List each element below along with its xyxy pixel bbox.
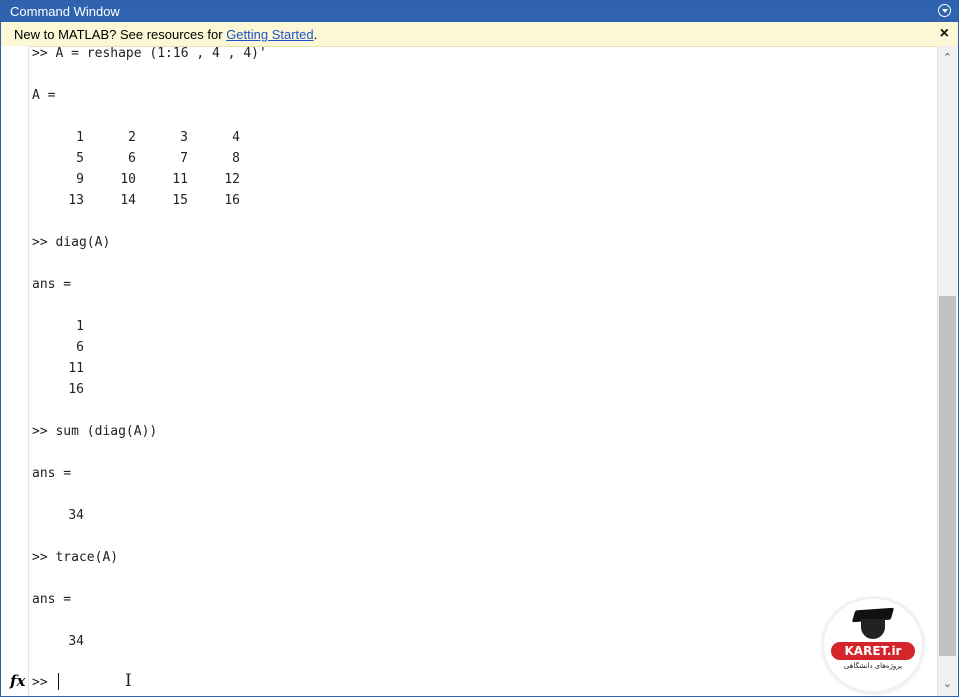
scalar-row: 34 (32, 505, 112, 526)
vector-cell: 6 (76, 340, 84, 355)
window-title: Command Window (10, 4, 120, 19)
vector-row: 1 (32, 316, 112, 337)
scalar-value: 34 (68, 508, 84, 523)
matrix-cell: 3 (180, 130, 188, 145)
command-line: >> sum (diag(A)) (32, 424, 158, 439)
title-bar: Command Window (1, 1, 958, 22)
matrix-cell: 16 (224, 193, 240, 208)
matrix-cell: 7 (180, 151, 188, 166)
vertical-scrollbar[interactable]: ⌃ ⌄ (937, 46, 957, 696)
logo-brand: KARET.ir (831, 642, 915, 660)
fx-icon[interactable]: fx (10, 672, 25, 690)
matrix-cell: 15 (172, 193, 188, 208)
banner-text: New to MATLAB? See resources for (14, 27, 227, 42)
chevron-down-circle-icon[interactable] (938, 4, 951, 17)
matrix-cell: 14 (120, 193, 136, 208)
getting-started-banner: New to MATLAB? See resources for Getting… (1, 22, 958, 47)
matrix-cell: 1 (76, 130, 84, 145)
output-label: ans = (32, 592, 72, 607)
command-window: Command Window New to MATLAB? See resour… (0, 0, 959, 697)
banner-text-end: . (313, 27, 318, 42)
matrix-cell: 9 (76, 172, 84, 187)
logo-tagline: پروژه‌های دانشگاهی (843, 663, 903, 670)
chevron-up-icon[interactable]: ⌃ (941, 51, 954, 65)
matrix-cell: 4 (232, 130, 240, 145)
banner-message: New to MATLAB? See resources for Getting… (14, 22, 317, 47)
vector-cell: 16 (68, 382, 84, 397)
command-line: >> trace(A) (32, 550, 119, 565)
vector-cell: 1 (76, 319, 84, 334)
scalar-row: 34 (32, 631, 112, 652)
matrix-cell: 6 (128, 151, 136, 166)
command-line: >> diag(A) (32, 235, 111, 250)
matrix-cell: 2 (128, 130, 136, 145)
matrix-row: 1 2 3 4 (32, 127, 252, 148)
output-label: A = (32, 88, 56, 103)
vector-row: 6 (32, 337, 112, 358)
matrix-cell: 5 (76, 151, 84, 166)
mustache-icon (861, 619, 885, 639)
ibeam-cursor-icon: I (125, 671, 132, 691)
output-label: ans = (32, 466, 72, 481)
console-gutter (1, 46, 29, 696)
prompt-symbol: >> (32, 675, 48, 690)
matrix-cell: 11 (172, 172, 188, 187)
vector-row: 11 (32, 358, 112, 379)
vector-row: 16 (32, 379, 112, 400)
getting-started-link[interactable]: Getting Started (226, 27, 313, 42)
chevron-down-icon[interactable]: ⌄ (941, 677, 954, 691)
scrollbar-thumb[interactable] (939, 296, 956, 656)
matrix-row: 5 6 7 8 (32, 148, 252, 169)
vector-cell: 11 (68, 361, 84, 376)
matrix-cell: 10 (120, 172, 136, 187)
matrix-row: 13 14 15 16 (32, 190, 252, 211)
command-prompt[interactable]: fx >> I (1, 671, 931, 695)
matrix-cell: 12 (224, 172, 240, 187)
command-line: >> A = reshape (1:16 , 4 , 4)' (32, 46, 267, 61)
matrix-row: 9 10 11 12 (32, 169, 252, 190)
console-output[interactable]: >> A = reshape (1:16 , 4 , 4)' A = 1 2 3… (32, 46, 932, 666)
matrix-cell: 13 (68, 193, 84, 208)
close-icon[interactable]: × (940, 22, 949, 45)
text-caret (58, 673, 59, 690)
scalar-value: 34 (68, 634, 84, 649)
output-label: ans = (32, 277, 72, 292)
karet-logo: KARET.ir پروژه‌های دانشگاهی (824, 599, 922, 691)
matrix-cell: 8 (232, 151, 240, 166)
